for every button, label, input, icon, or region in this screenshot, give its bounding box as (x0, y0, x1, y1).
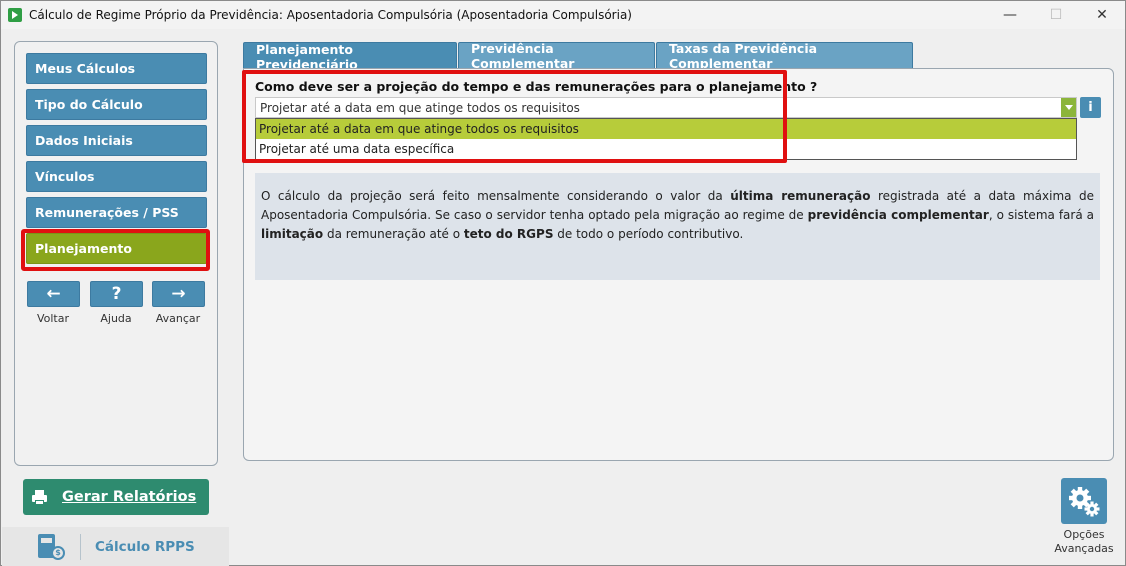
window-title: Cálculo de Regime Próprio da Previdência… (29, 8, 632, 22)
sidebar-item-remuneracoes-pss[interactable]: Remunerações / PSS (26, 197, 207, 228)
printer-icon (32, 489, 47, 505)
sidebar-item-vinculos[interactable]: Vínculos (26, 161, 207, 192)
title-bar: Cálculo de Regime Próprio da Previdência… (1, 1, 1125, 29)
minimize-button[interactable]: — (987, 1, 1033, 29)
tab-taxas-previdencia-complementar[interactable]: Taxas da Previdência Complementar (656, 41, 913, 71)
calculator-money-icon: $ (38, 533, 66, 561)
advanced-options-button[interactable] (1061, 478, 1107, 524)
close-button[interactable]: ✕ (1079, 1, 1125, 29)
brand-divider (80, 533, 81, 560)
advanced-options-label: Opções Avançadas (1054, 528, 1114, 555)
next-button[interactable]: → (152, 281, 205, 307)
sidebar-item-tipo-do-calculo[interactable]: Tipo do Cálculo (26, 89, 207, 120)
sidebar-item-dados-iniciais[interactable]: Dados Iniciais (26, 125, 207, 156)
back-label: Voltar (36, 312, 70, 325)
gears-icon (1069, 487, 1100, 517)
brand-name: Cálculo RPPS (95, 538, 195, 555)
sidebar: Meus Cálculos Tipo do Cálculo Dados Inic… (14, 41, 218, 466)
next-label: Avançar (155, 312, 201, 325)
help-button[interactable]: ? (90, 281, 143, 307)
help-label: Ajuda (100, 312, 132, 325)
app-window: Cálculo de Regime Próprio da Previdência… (0, 0, 1126, 566)
projection-description: O cálculo da projeção será feito mensalm… (255, 173, 1100, 280)
maximize-button: ☐ (1049, 7, 1063, 23)
generate-reports-button[interactable]: Gerar Relatórios (23, 479, 209, 515)
chevron-down-icon[interactable] (1061, 98, 1076, 117)
active-item-highlight (21, 229, 210, 271)
brand-footer: $ Cálculo RPPS (2, 527, 229, 566)
info-button[interactable]: i (1080, 97, 1101, 118)
tab-planejamento-previdenciario[interactable]: Planejamento Previdenciário (243, 42, 457, 72)
back-button[interactable]: ← (27, 281, 80, 307)
tab-previdencia-complementar[interactable]: Previdência Complementar (458, 41, 655, 71)
dropdown-highlight (242, 70, 787, 163)
generate-reports-label: Gerar Relatórios (62, 489, 197, 505)
sidebar-item-meus-calculos[interactable]: Meus Cálculos (26, 53, 207, 84)
app-logo-icon (8, 8, 22, 22)
